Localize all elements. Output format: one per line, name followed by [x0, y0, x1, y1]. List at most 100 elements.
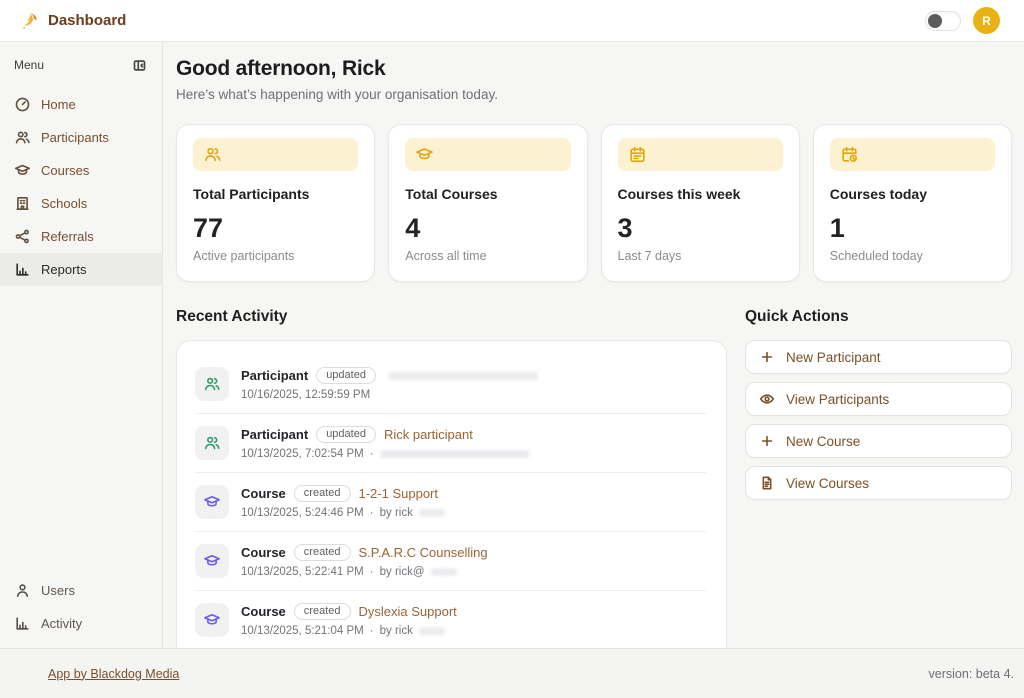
stat-card: Courses this week3Last 7 days [601, 124, 800, 282]
stat-card-icon-banner [193, 138, 358, 171]
sidebar-item-label: Home [41, 97, 76, 112]
school-building-icon [14, 195, 31, 212]
main-content: Good afternoon, Rick Here’s what’s happe… [163, 42, 1024, 648]
activity-line-1: Course created 1-2-1 Support [241, 485, 445, 502]
stat-card: Courses today1Scheduled today [813, 124, 1012, 282]
sidebar-item-activity[interactable]: Activity [0, 607, 162, 640]
stat-value: 4 [405, 215, 570, 242]
activity-item-body: Participant updated Rick participant 10/13/… [241, 426, 530, 460]
quick-action-label: View Courses [786, 476, 869, 491]
app-credit-link[interactable]: App by Blackdog Media [48, 667, 179, 681]
stat-card-icon-banner [618, 138, 783, 171]
activity-item: Participantupdated10/16/2025, 12:59:59 P… [195, 355, 706, 414]
app-logo-bird-icon [20, 11, 40, 31]
activity-entity: Course [241, 604, 286, 619]
quick-action-label: New Course [786, 434, 860, 449]
stat-value: 77 [193, 215, 358, 242]
calendar-icon [628, 145, 647, 164]
sidebar-item-participants[interactable]: Participants [0, 121, 162, 154]
participants-icon [14, 129, 31, 146]
menu-label: Menu [14, 58, 44, 72]
theme-toggle[interactable] [925, 11, 961, 31]
activity-line-2: 10/13/2025, 5:22:41 PM·by rick@ [241, 566, 488, 578]
activity-link[interactable]: Dyslexia Support [359, 604, 457, 619]
activity-line-2: 10/13/2025, 7:02:54 PM · [241, 448, 530, 460]
stat-caption: Across all time [405, 249, 570, 263]
stat-caption: Scheduled today [830, 249, 995, 263]
activity-badge: created [294, 544, 351, 561]
activity-badge: updated [316, 426, 376, 443]
sidebar-item-users[interactable]: Users [0, 574, 162, 607]
stat-card: Total Courses4Across all time [388, 124, 587, 282]
activity-line-1: Participant updated Rick participant [241, 426, 530, 443]
quick-action-new-course[interactable]: New Course [745, 424, 1012, 458]
quick-action-view-courses[interactable]: View Courses [745, 466, 1012, 500]
collapse-sidebar-icon[interactable] [130, 56, 148, 74]
sidebar-item-label: Activity [41, 616, 82, 631]
sidebar-item-schools[interactable]: Schools [0, 187, 162, 220]
quick-action-label: New Participant [786, 350, 881, 365]
activity-link[interactable]: 1-2-1 Support [359, 486, 439, 501]
activity-line-2: 10/13/2025, 5:21:04 PM·by rick [241, 625, 457, 637]
activity-line-1: Participantupdated [241, 367, 538, 384]
eye-icon [759, 391, 775, 407]
activity-link[interactable]: S.P.A.R.C Counselling [359, 545, 488, 560]
sidebar-item-courses[interactable]: Courses [0, 154, 162, 187]
sidebar-nav: Home Participants Courses Schools ReferralsR… [0, 88, 162, 286]
quick-action-label: View Participants [786, 392, 889, 407]
activity-timestamp: 10/13/2025, 5:24:46 PM [241, 507, 364, 519]
redacted-text [388, 372, 538, 380]
quick-action-view-participants[interactable]: View Participants [745, 382, 1012, 416]
activity-line-1: CoursecreatedDyslexia Support [241, 603, 457, 620]
app-brand: Dashboard [20, 11, 126, 31]
stat-title: Courses this week [618, 186, 783, 202]
quick-actions-heading: Quick Actions [745, 308, 1012, 326]
activity-line-1: CoursecreatedS.P.A.R.C Counselling [241, 544, 488, 561]
sidebar-item-referrals[interactable]: Referrals [0, 220, 162, 253]
referrals-share-icon [14, 228, 31, 245]
activity-badge: created [294, 485, 351, 502]
activity-item: Course created 1-2-1 Support 10/13/2025, 5:… [195, 473, 706, 532]
sidebar-item-label: Courses [41, 163, 89, 178]
sidebar-item-label: Participants [41, 130, 109, 145]
graduation-cap-icon [203, 552, 221, 570]
activity-timestamp: 10/13/2025, 7:02:54 PM [241, 448, 364, 460]
app-title: Dashboard [48, 12, 126, 29]
activity-item-body: Course created 1-2-1 Support 10/13/2025, 5:… [241, 485, 445, 519]
redacted-text [431, 568, 457, 576]
gauge-icon [14, 96, 31, 113]
recent-activity-heading: Recent Activity [176, 308, 727, 326]
redacted-text [380, 450, 530, 458]
participants-icon [195, 367, 229, 401]
graduation-cap-icon [195, 485, 229, 519]
meta-separator: · [370, 448, 374, 460]
participants-icon [203, 434, 221, 452]
document-icon [759, 475, 775, 491]
theme-toggle-knob [928, 14, 942, 28]
page-subtitle: Here’s what’s happening with your organi… [176, 87, 1012, 102]
activity-item-body: Participantupdated10/16/2025, 12:59:59 P… [241, 367, 538, 401]
stats-row: Total Participants77Active participantsT… [176, 124, 1012, 282]
activity-entity: Course [241, 486, 286, 501]
page-footer: App by Blackdog Media version: beta 4. [0, 648, 1024, 698]
redacted-text [419, 627, 445, 635]
graduation-cap-icon [195, 544, 229, 578]
graduation-cap-icon [14, 162, 31, 179]
user-avatar[interactable]: R [973, 7, 1000, 34]
redacted-text [419, 509, 445, 517]
quick-action-new-participant[interactable]: New Participant [745, 340, 1012, 374]
sidebar-item-home[interactable]: Home [0, 88, 162, 121]
sidebar-item-reports[interactable]: Reports [0, 253, 162, 286]
quick-actions-list: New Participant View Participants New Cour… [745, 340, 1012, 500]
meta-separator: · [370, 625, 374, 637]
meta-separator: · [370, 566, 374, 578]
stat-card-icon-banner [830, 138, 995, 171]
sidebar-item-label: Schools [41, 196, 87, 211]
graduation-cap-icon [203, 611, 221, 629]
stat-title: Courses today [830, 186, 995, 202]
sidebar-item-label: Users [41, 583, 75, 598]
activity-link[interactable]: Rick participant [384, 427, 473, 442]
graduation-cap-icon [195, 603, 229, 637]
activity-entity: Participant [241, 427, 308, 442]
activity-byline: by rick [380, 507, 413, 519]
